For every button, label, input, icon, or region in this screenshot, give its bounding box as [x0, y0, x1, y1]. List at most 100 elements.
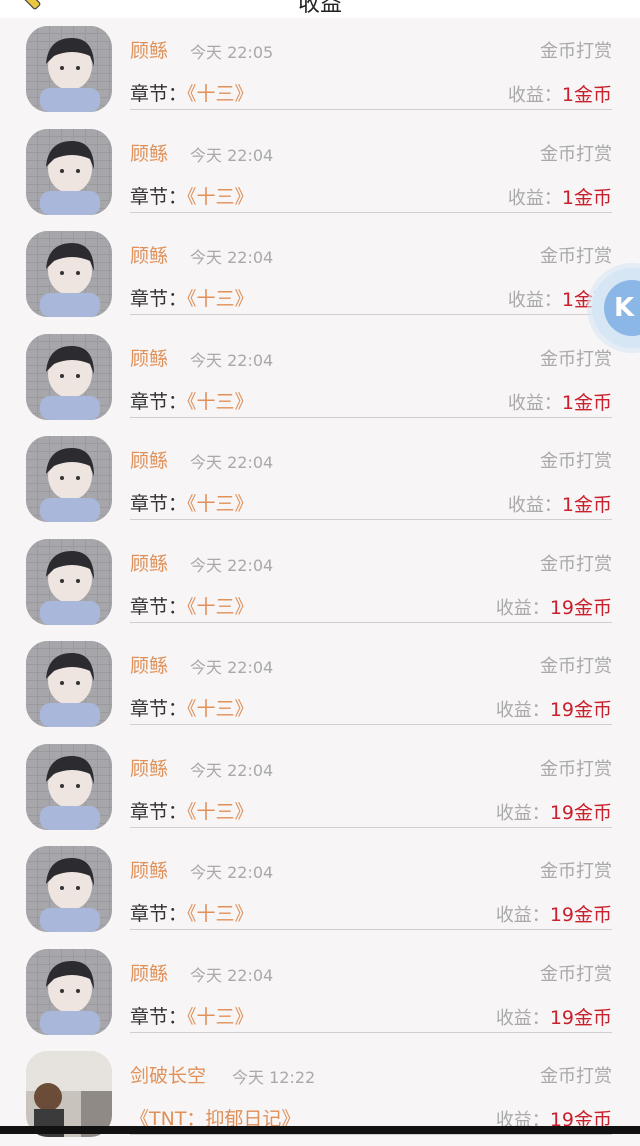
avatar[interactable] — [26, 846, 112, 932]
user-name[interactable]: 顾鲧 — [130, 754, 168, 781]
earnings-value: 1金币 — [561, 494, 612, 516]
chapter-info: 章节：《十三》 — [130, 489, 254, 516]
chapter-label: 章节： — [130, 288, 188, 310]
reward-type: 金币打赏 — [540, 348, 612, 370]
chapter-title[interactable]: 《十三》 — [187, 596, 254, 618]
chapter-info: 章节：《十三》 — [130, 284, 254, 311]
earnings-label: 收益： — [507, 495, 562, 516]
divider — [130, 416, 612, 418]
chapter-title[interactable]: 《十三》 — [187, 391, 254, 413]
earnings-value: 19金币 — [549, 596, 612, 619]
earnings-row[interactable]: 顾鲧 今天 22:04 金币打赏 章节：《十三》 收益：19金币 — [0, 838, 640, 941]
divider — [130, 1134, 612, 1135]
page-title: 收益 — [297, 0, 342, 17]
earnings-value: 1金币 — [561, 186, 612, 209]
user-name[interactable]: 顾鲧 — [130, 651, 168, 678]
chapter-title[interactable]: 《十三》 — [187, 903, 254, 925]
reward-type: 金币打赏 — [540, 1066, 612, 1087]
reward-type: 金币打赏 — [540, 963, 612, 985]
floating-button-label: K — [604, 280, 640, 336]
avatar[interactable] — [26, 743, 112, 830]
earnings-row[interactable]: 顾鲧 今天 22:04 金币打赏章节：《十三》 收益：19金币 — [0, 941, 640, 1044]
chapter-label: 章节： — [130, 493, 188, 515]
earnings-info: 收益：19金币 — [496, 593, 612, 620]
earnings-value: 19金币 — [549, 904, 612, 926]
user-name[interactable]: 顾鲧 — [130, 139, 168, 166]
reward-type: 金币打赏 — [540, 861, 612, 882]
earnings-info: 收益：19金币 — [496, 900, 612, 927]
earnings-info: 收益：19金币 — [496, 1003, 612, 1030]
earnings-info: 收益：1金币 — [508, 388, 612, 415]
divider — [130, 724, 612, 725]
earnings-label: 收益： — [495, 905, 550, 926]
timestamp: 今天 22:04 — [190, 760, 274, 780]
chapter-info: 章节：《十三》 — [130, 694, 254, 721]
chapter-label: 章节： — [130, 390, 188, 413]
earnings-row[interactable]: 顾鲧 今天 22:04 金币打赏 章节：《十三》 收益：1金币 — [0, 223, 640, 326]
chapter-label: 章节： — [130, 185, 188, 208]
avatar[interactable] — [26, 436, 112, 522]
chapter-title[interactable]: 《十三》 — [187, 83, 254, 105]
timestamp: 今天 22:04 — [190, 965, 274, 985]
chapter-title[interactable]: 《十三》 — [187, 698, 254, 720]
avatar[interactable] — [26, 26, 112, 112]
chapter-label: 章节： — [130, 903, 188, 925]
avatar[interactable] — [26, 538, 112, 625]
reward-type: 金币打赏 — [540, 41, 612, 62]
avatar[interactable] — [26, 231, 112, 317]
earnings-info: 收益：1金币 — [508, 80, 612, 107]
chapter-title[interactable]: 《十三》 — [187, 493, 254, 515]
reward-type: 金币打赏 — [540, 758, 612, 780]
earnings-row[interactable]: 顾鲧 今天 22:05 金币打赏 章节：《十三》 收益：1金币 — [0, 18, 640, 121]
earnings-row[interactable]: 顾鲧 今天 22:04 金币打赏 章节：《十三》 收益：1金币 — [0, 121, 640, 224]
timestamp: 今天 22:04 — [190, 145, 274, 165]
earnings-label: 收益： — [507, 85, 562, 106]
earnings-label: 收益： — [507, 290, 562, 311]
chapter-label: 章节： — [130, 595, 188, 618]
chapter-info: 章节：《十三》 — [130, 592, 254, 619]
earnings-label: 收益： — [495, 597, 550, 619]
user-name[interactable]: 顾鲧 — [130, 446, 168, 473]
user-name[interactable]: 剑破长空 — [130, 1061, 206, 1088]
reward-type: 金币打赏 — [540, 656, 612, 677]
earnings-value: 19金币 — [549, 1006, 612, 1029]
earnings-list: 顾鲧 今天 22:05 金币打赏 章节：《十三》 收益：1金币 顾鲧 今天 22:04 金币打… — [0, 18, 640, 1146]
avatar[interactable] — [26, 128, 112, 215]
earnings-row[interactable]: 顾鲧 今天 22:04 金币打赏章节：《十三》 收益：19金币 — [0, 531, 640, 634]
avatar[interactable] — [26, 333, 112, 420]
chapter-title[interactable]: 《十三》 — [187, 186, 254, 208]
earnings-row[interactable]: 顾鲧 今天 22:04 金币打赏章节：《十三》 收益：1金币 — [0, 326, 640, 429]
user-name[interactable]: 顾鲧 — [130, 344, 168, 371]
earnings-value: 19金币 — [549, 699, 612, 721]
avatar[interactable] — [26, 948, 112, 1035]
chapter-title[interactable]: 《十三》 — [187, 288, 254, 310]
earnings-row[interactable]: 顾鲧 今天 22:04 金币打赏 章节：《十三》 收益：19金币 — [0, 633, 640, 736]
divider — [130, 929, 612, 930]
chapter-title[interactable]: 《十三》 — [187, 801, 254, 823]
avatar[interactable] — [26, 641, 112, 727]
divider — [130, 826, 612, 828]
earnings-row[interactable]: 顾鲧 今天 22:04 金币打赏 章节：《十三》 收益：1金币 — [0, 428, 640, 531]
timestamp: 今天 22:04 — [190, 350, 274, 370]
earnings-value: 1金币 — [561, 391, 612, 414]
chapter-label: 章节： — [130, 1005, 188, 1028]
reward-type: 金币打赏 — [540, 246, 612, 267]
earnings-label: 收益： — [495, 700, 550, 721]
earnings-label: 收益： — [495, 802, 550, 824]
timestamp: 今天 22:04 — [190, 555, 274, 575]
reward-type: 金币打赏 — [540, 553, 612, 575]
user-name[interactable]: 顾鲧 — [130, 241, 168, 268]
chapter-info: 章节：《十三》 — [130, 797, 254, 824]
chapter-title[interactable]: 《十三》 — [187, 1006, 254, 1028]
earnings-info: 收益：1金币 — [508, 490, 612, 517]
earnings-row[interactable]: 顾鲧 今天 22:04 金币打赏 章节：《十三》 收益：19金币 — [0, 736, 640, 839]
chapter-label: 章节： — [130, 83, 188, 105]
avatar[interactable] — [26, 1051, 112, 1137]
bottom-edge — [0, 1126, 640, 1134]
user-name[interactable]: 顾鲧 — [130, 959, 168, 986]
chapter-info: 章节：《十三》 — [130, 79, 254, 106]
user-name[interactable]: 顾鲧 — [130, 36, 168, 63]
user-name[interactable]: 顾鲧 — [130, 856, 168, 883]
user-name[interactable]: 顾鲧 — [130, 549, 168, 576]
earnings-value: 1金币 — [561, 84, 612, 106]
